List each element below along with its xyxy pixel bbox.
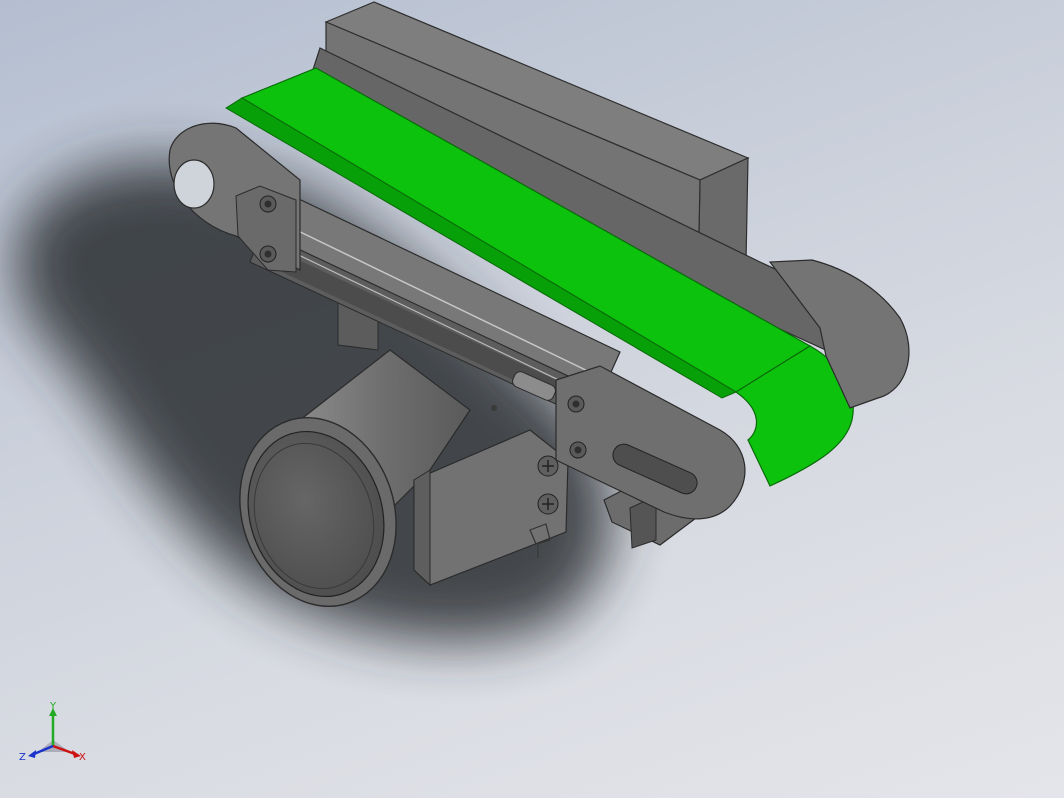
z-axis-arrow [28,750,36,758]
conveyor-model[interactable] [0,0,1064,798]
view-orientation-triad[interactable]: Y X Z [18,702,88,772]
z-axis-label: Z [19,752,26,763]
y-axis-label: Y [49,702,57,712]
x-axis-label: X [79,752,86,763]
graphics-viewport[interactable]: Y X Z [0,0,1064,798]
